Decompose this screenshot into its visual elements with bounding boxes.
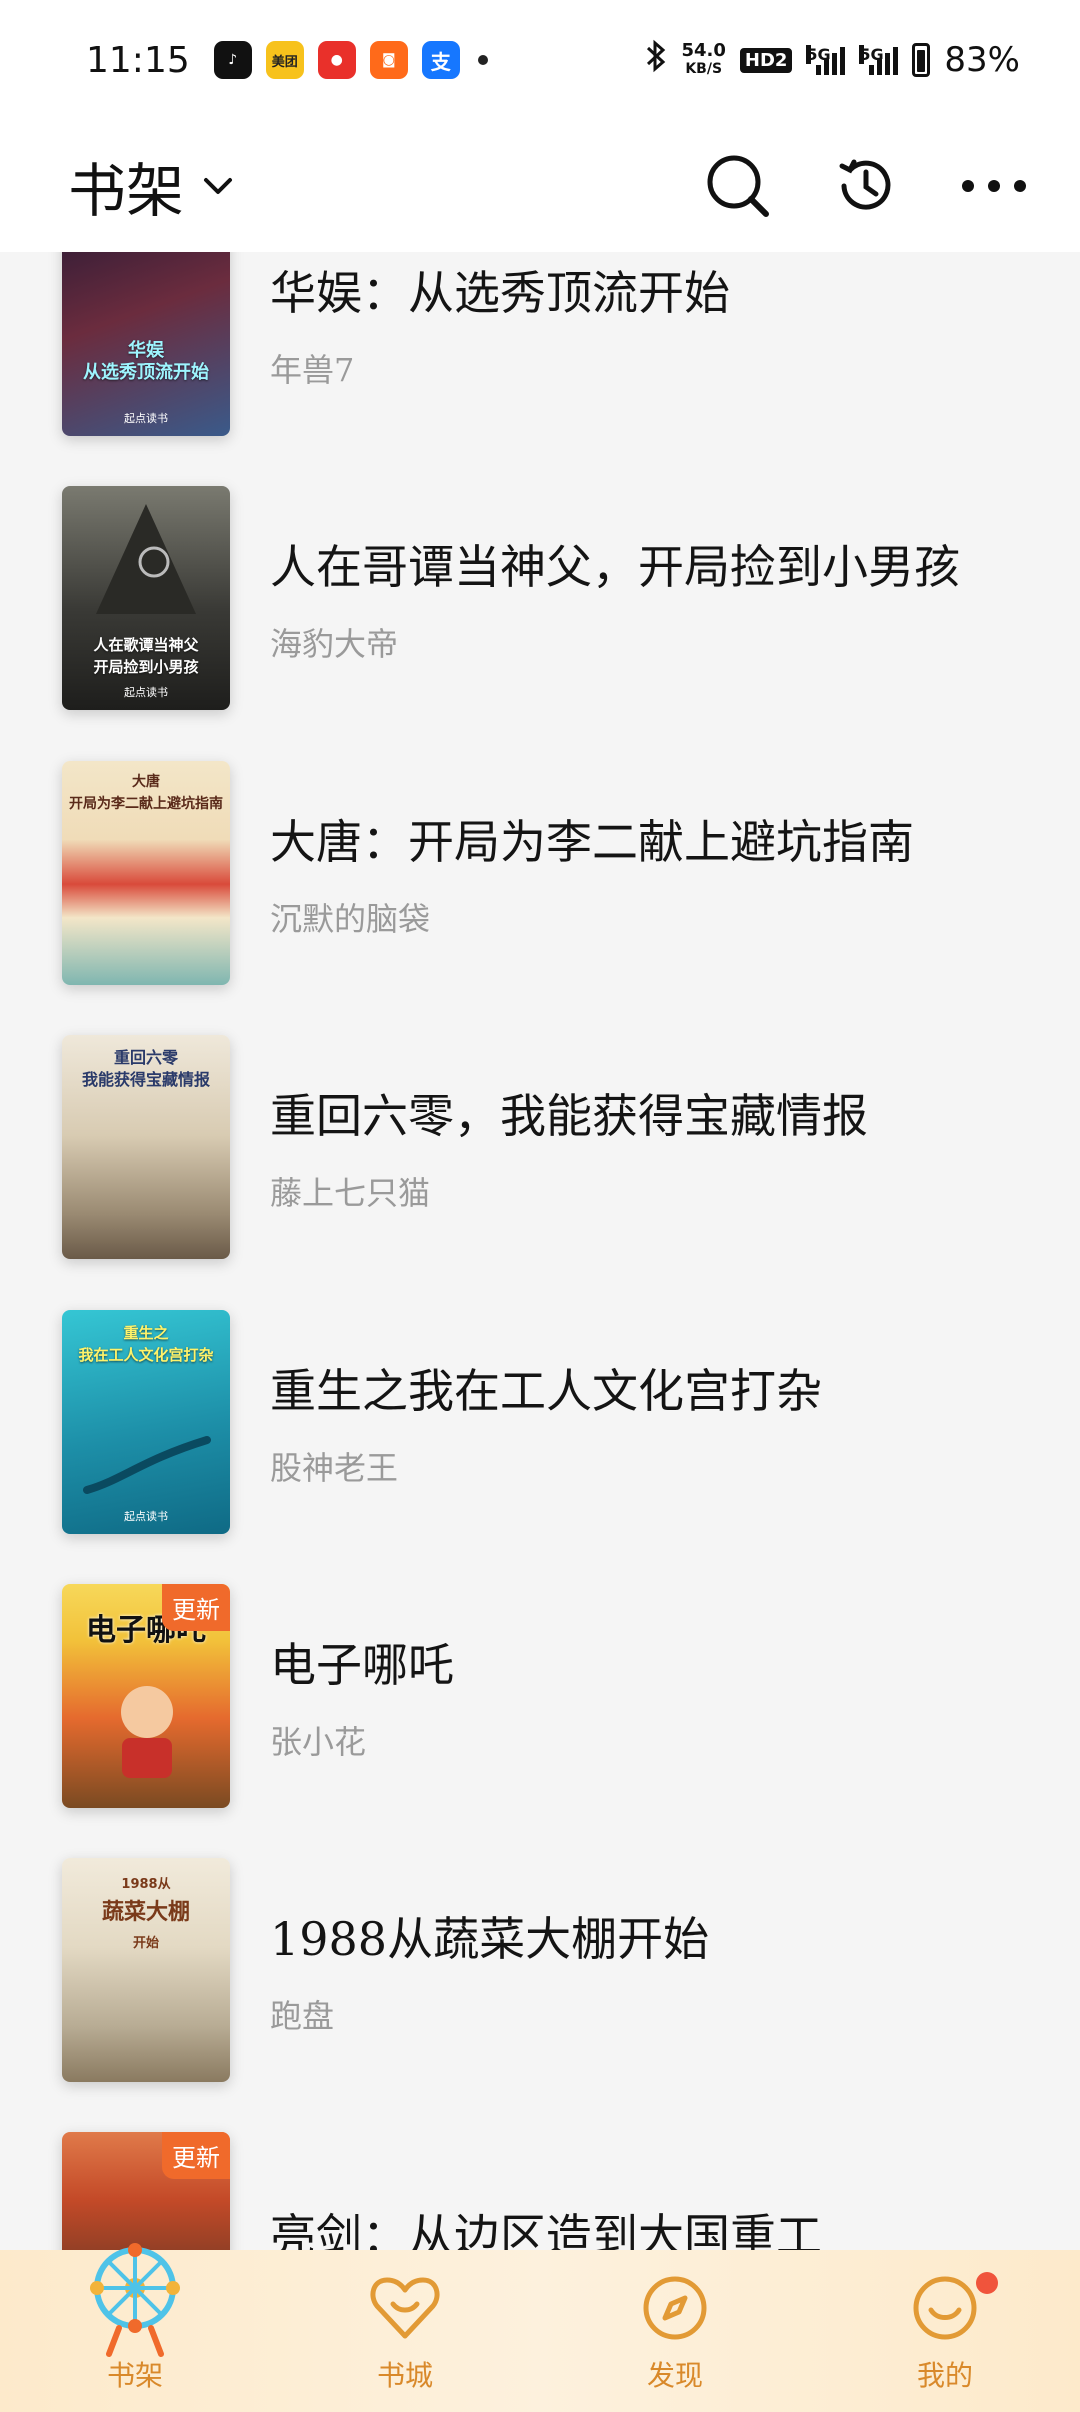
search-icon — [707, 155, 769, 217]
page-title[interactable]: 书架 — [68, 144, 184, 228]
update-badge: 更新 — [162, 1584, 230, 1631]
book-meta: 1988从蔬菜大棚开始 跑盘 — [270, 1903, 1050, 2037]
book-author: 藤上七只猫 — [270, 1174, 431, 1212]
ferris-wheel-icon — [90, 2243, 180, 2357]
battery-icon — [912, 43, 931, 77]
book-author: 年兽7 — [270, 351, 355, 389]
book-cover[interactable]: 1988从 蔬菜大棚 开始 — [62, 1858, 230, 2082]
book-meta: 大唐：开局为李二献上避坑指南 沉默的脑袋 — [270, 806, 1050, 940]
net-speed: 54.0 KB/S — [681, 42, 725, 78]
book-title: 重生之我在工人文化宫打杂 — [270, 1364, 822, 1418]
cover-text: 人在歌谭当神父 开局捡到小男孩 — [93, 636, 199, 676]
book-cover[interactable]: 华娱 从选秀顶流开始 起点读书 — [62, 252, 230, 436]
more-dots-icon — [962, 180, 1026, 192]
book-author: 海豹大帝 — [270, 625, 399, 663]
cover-text: 重回六零 我能获得宝藏情报 — [81, 1048, 210, 1089]
signal-2-label: 5G — [859, 45, 884, 64]
compass-icon — [635, 2268, 715, 2348]
book-author: 沉默的脑袋 — [270, 900, 431, 938]
signal-1-icon: 5G — [806, 45, 846, 75]
cover-text: 1988从 蔬菜大棚 开始 — [101, 1877, 190, 1951]
book-row[interactable]: 大唐 开局为李二献上避坑指南 大唐：开局为李二献上避坑指南 沉默的脑袋 — [0, 743, 1080, 1003]
bottom-nav: 书架 书城 发现 我的 — [0, 2243, 1080, 2412]
book-row[interactable]: 华娱 从选秀顶流开始 起点读书 华娱：从选秀顶流开始 年兽7 — [0, 252, 1080, 454]
nav-bookstore[interactable]: 书城 — [270, 2250, 540, 2412]
book-title: 亮剑：从边区造到大国重工 — [270, 2209, 822, 2250]
bookstore-heart-icon — [365, 2268, 445, 2348]
chevron-down-icon[interactable] — [200, 166, 240, 206]
book-title: 重回六零，我能获得宝藏情报 — [270, 1089, 868, 1143]
status-time: 11:15 — [86, 39, 190, 81]
alipay-icon: 支 — [421, 41, 460, 79]
book-cover[interactable]: 重回六零 我能获得宝藏情报 — [62, 1035, 230, 1259]
nav-label: 发现 — [646, 2359, 703, 2392]
book-meta: 电子哪吒 张小花 — [270, 1629, 1050, 1763]
taobao-icon: ◙ — [369, 41, 408, 79]
publisher-label: 起点读书 — [124, 1510, 168, 1523]
book-meta: 人在哥谭当神父，开局捡到小男孩 海豹大帝 — [270, 531, 1050, 665]
nav-label: 我的 — [916, 2359, 973, 2392]
status-bar: 11:15 ♪ 美团 ● ◙ 支 54.0 KB/S HD2 5G 5G 83% — [0, 0, 1080, 120]
book-row[interactable]: 更新 亮剑：从边区造到大国重工 — [0, 2114, 1080, 2250]
more-notifications-dot — [477, 55, 488, 65]
publisher-label: 起点读书 — [124, 412, 168, 425]
more-button[interactable] — [958, 150, 1030, 222]
book-row[interactable]: 人在歌谭当神父 开局捡到小男孩 起点读书 人在哥谭当神父，开局捡到小男孩 海豹大帝 — [0, 468, 1080, 728]
smile-face-icon — [905, 2268, 985, 2348]
book-author: 股神老王 — [270, 1449, 399, 1487]
book-author: 张小花 — [270, 1723, 367, 1761]
hd-badge: HD2 — [739, 47, 793, 73]
book-meta: 重回六零，我能获得宝藏情报 藤上七只猫 — [270, 1080, 1050, 1214]
nav-discover[interactable]: 发现 — [540, 2250, 810, 2412]
net-speed-unit: KB/S — [685, 61, 723, 77]
status-right: 54.0 KB/S HD2 5G 5G 83% — [645, 39, 1020, 82]
notification-badge — [976, 2272, 998, 2294]
book-title: 1988从蔬菜大棚开始 — [270, 1912, 710, 1966]
bookshelf-list[interactable]: 华娱 从选秀顶流开始 起点读书 华娱：从选秀顶流开始 年兽7 人在歌谭当神父 开局捡… — [0, 252, 1080, 2250]
bluetooth-icon — [645, 39, 667, 82]
update-badge: 更新 — [162, 2132, 230, 2179]
net-speed-value: 54.0 — [681, 40, 726, 61]
book-meta: 亮剑：从边区造到大国重工 — [270, 2200, 1050, 2250]
book-row[interactable]: 重生之 我在工人文化宫打杂 起点读书 重生之我在工人文化宫打杂 股神老王 — [0, 1292, 1080, 1552]
book-row[interactable]: 重回六零 我能获得宝藏情报 重回六零，我能获得宝藏情报 藤上七只猫 — [0, 1017, 1080, 1277]
book-meta: 华娱：从选秀顶流开始 年兽7 — [270, 257, 1050, 391]
publisher-label: 起点读书 — [124, 686, 168, 699]
red-packet-icon: ● — [317, 41, 356, 79]
book-cover[interactable]: 电子哪吒 更新 — [62, 1584, 230, 1808]
book-row[interactable]: 1988从 蔬菜大棚 开始 1988从蔬菜大棚开始 跑盘 — [0, 1840, 1080, 2100]
cover-text: 重生之 我在工人文化宫打杂 — [78, 1324, 214, 1364]
header-actions — [702, 150, 1030, 222]
book-cover[interactable]: 更新 — [62, 2132, 230, 2250]
book-cover[interactable]: 人在歌谭当神父 开局捡到小男孩 起点读书 — [62, 486, 230, 710]
notification-app-icons: ♪ 美团 ● ◙ 支 — [213, 41, 460, 79]
signal-2-icon: 5G — [859, 45, 899, 75]
battery-percent: 83% — [944, 40, 1020, 80]
history-icon — [839, 159, 891, 210]
book-row[interactable]: 电子哪吒 更新 电子哪吒 张小花 — [0, 1566, 1080, 1826]
nav-bookshelf[interactable]: 书架 — [0, 2243, 270, 2412]
book-title: 华娱：从选秀顶流开始 — [270, 266, 730, 320]
book-author: 跑盘 — [270, 1997, 335, 2035]
cover-text: 华娱 从选秀顶流开始 — [83, 340, 209, 383]
book-title: 大唐：开局为李二献上避坑指南 — [270, 815, 914, 869]
meituan-icon: 美团 — [265, 41, 304, 79]
nav-label: 书城 — [376, 2359, 433, 2392]
app-header: 书架 — [0, 120, 1080, 252]
nav-mine[interactable]: 我的 — [810, 2250, 1080, 2412]
nav-label: 书架 — [106, 2359, 163, 2392]
book-title: 电子哪吒 — [270, 1638, 454, 1692]
search-button[interactable] — [702, 150, 774, 222]
cover-text: 大唐 开局为李二献上避坑指南 — [69, 774, 223, 812]
book-cover[interactable]: 大唐 开局为李二献上避坑指南 — [62, 761, 230, 985]
book-title: 人在哥谭当神父，开局捡到小男孩 — [270, 540, 960, 594]
tiktok-icon: ♪ — [213, 41, 252, 79]
history-button[interactable] — [830, 150, 902, 222]
book-cover[interactable]: 重生之 我在工人文化宫打杂 起点读书 — [62, 1310, 230, 1534]
book-meta: 重生之我在工人文化宫打杂 股神老王 — [270, 1355, 1050, 1489]
signal-1-label: 5G — [806, 45, 831, 64]
